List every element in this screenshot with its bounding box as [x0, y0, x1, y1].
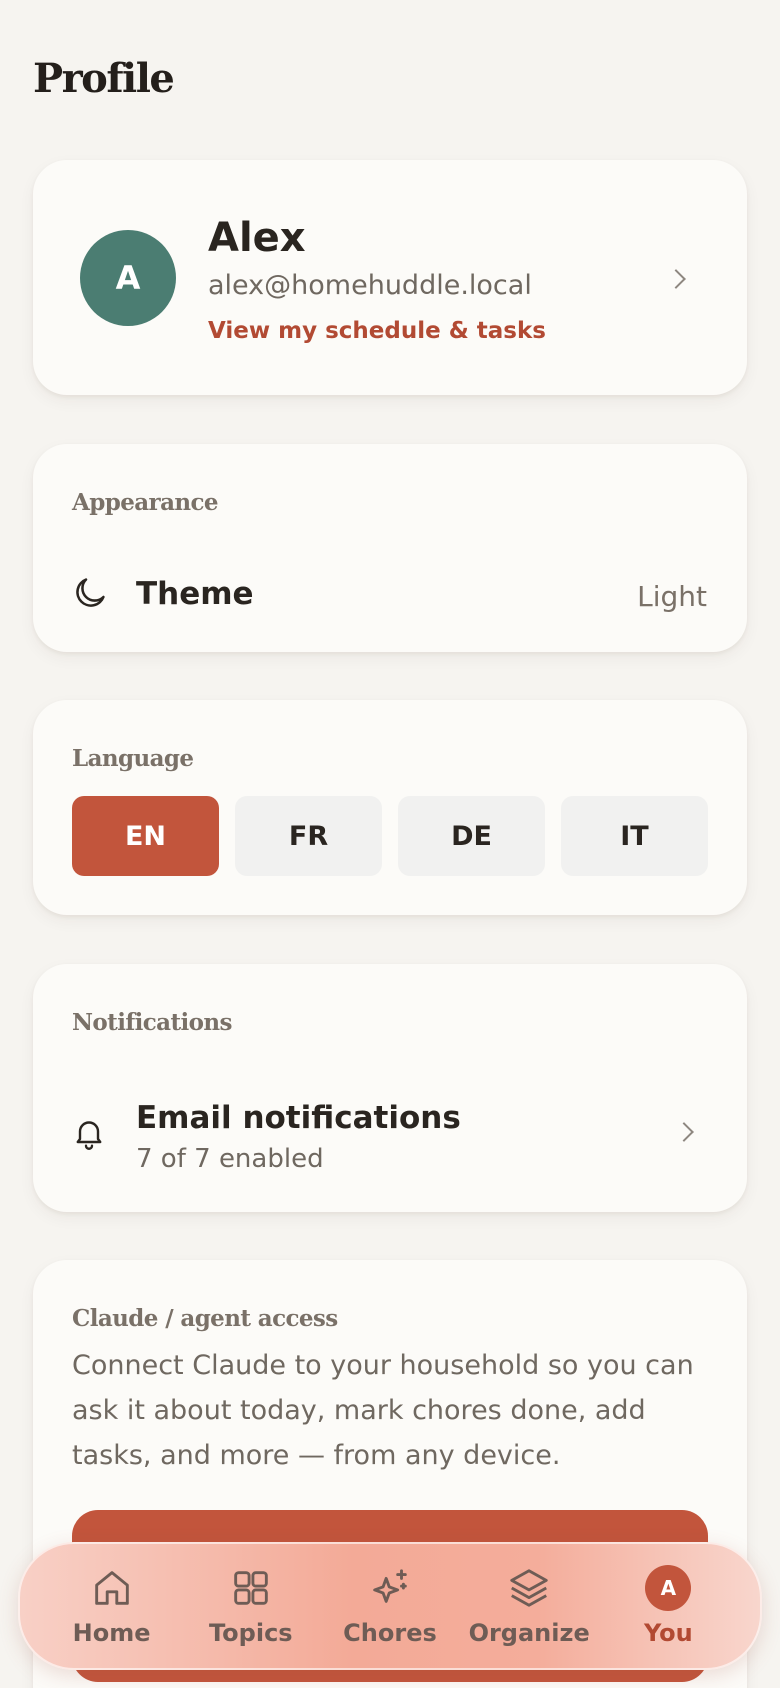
moon-icon [76, 578, 105, 607]
nav-organize[interactable]: Organize [464, 1551, 594, 1661]
language-option-de[interactable]: DE [398, 796, 545, 876]
view-schedule-link[interactable]: View my schedule & tasks [208, 318, 546, 344]
avatar: A [645, 1565, 692, 1611]
chevron-right-icon [666, 269, 686, 289]
notifications-card[interactable]: Notifications Email notifications 7 of 7… [33, 964, 747, 1212]
theme-value[interactable]: Light [637, 580, 707, 613]
language-selector: EN FR DE IT [72, 796, 708, 876]
email-notifications-status: 7 of 7 enabled [136, 1144, 324, 1174]
home-icon [94, 1571, 129, 1605]
notifications-section-label: Notifications [72, 1009, 232, 1036]
nav-organize-label: Organize [468, 1619, 590, 1647]
appearance-section-label: Appearance [72, 489, 219, 516]
profile-email: alex@homehuddle.local [208, 270, 532, 301]
nav-you-label: You [643, 1619, 693, 1647]
bottom-nav: Home Topics Chores Organize A You [18, 1542, 762, 1670]
language-section-label: Language [72, 745, 194, 772]
language-card: Language EN FR DE IT [33, 700, 747, 915]
nav-topics-label: Topics [208, 1619, 293, 1647]
layers-icon [510, 1569, 548, 1607]
grid-icon [234, 1571, 268, 1605]
agent-access-section-label: Claude / agent access [72, 1305, 338, 1332]
language-option-it[interactable]: IT [561, 796, 708, 876]
profile-page: Profile A Alex alex@homehuddle.local Vie… [0, 0, 780, 1688]
language-option-en[interactable]: EN [72, 796, 219, 876]
nav-home[interactable]: Home [47, 1551, 177, 1661]
language-option-fr[interactable]: FR [235, 796, 382, 876]
appearance-card: Appearance Theme Light [33, 444, 747, 652]
nav-chores-label: Chores [343, 1619, 437, 1647]
page-title: Profile [33, 55, 175, 102]
nav-home-label: Home [72, 1619, 151, 1647]
sparkle-icon [373, 1569, 407, 1603]
email-notifications-title: Email notifications [136, 1100, 461, 1136]
profile-card[interactable]: A Alex alex@homehuddle.local View my sch… [33, 160, 747, 395]
nav-you[interactable]: A You [603, 1551, 733, 1661]
nav-topics[interactable]: Topics [186, 1551, 316, 1661]
agent-access-description: Connect Claude to your household so you … [72, 1350, 694, 1471]
theme-label[interactable]: Theme [136, 576, 254, 612]
bell-icon [76, 1121, 102, 1150]
avatar: A [80, 230, 176, 326]
profile-name: Alex [208, 215, 306, 261]
chevron-right-icon [674, 1122, 694, 1142]
nav-chores[interactable]: Chores [325, 1551, 455, 1661]
